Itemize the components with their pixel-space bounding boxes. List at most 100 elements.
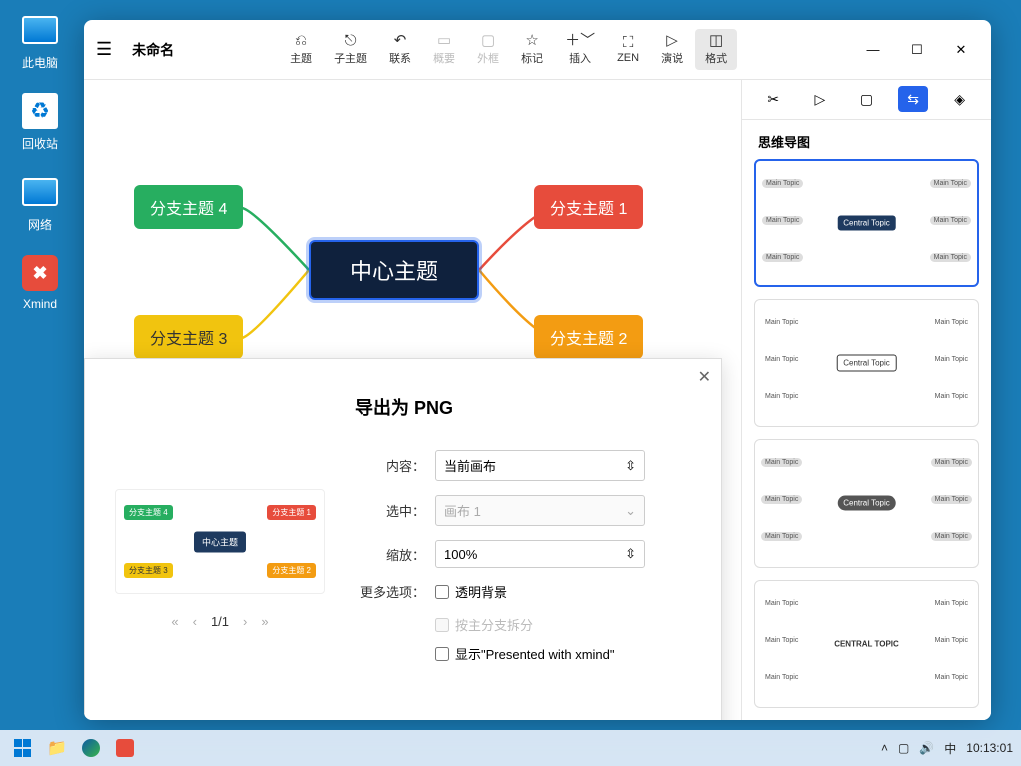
tool-icon: ⎋	[345, 33, 357, 48]
pager-last[interactable]: »	[261, 614, 268, 629]
toolbar: ⎌ 主题 ⎋子主题↶联系 ▭ 概要 ▢ 外框 ☆ 标记 ＋﹀ 插入 ⛶ ZEN ▷ 演说 ◫ 格式	[280, 29, 737, 70]
desktop-label: 回收站	[22, 135, 58, 152]
tool-label: 插入	[569, 50, 591, 66]
close-button[interactable]: ✕	[943, 34, 979, 66]
pager-next[interactable]: ›	[243, 614, 247, 629]
tool-icon: ☆	[525, 33, 538, 48]
start-button[interactable]	[8, 733, 38, 763]
tray-volume-icon[interactable]: 🔊	[919, 741, 934, 755]
tool-label: 标记	[521, 50, 543, 66]
template-card-4[interactable]: CENTRAL TOPICMain TopicMain TopicMain To…	[754, 580, 979, 708]
pager-current: 1/1	[211, 614, 229, 629]
toolbar-标记[interactable]: ☆ 标记	[511, 29, 553, 70]
tool-label: 概要	[433, 50, 455, 66]
tool-label: 格式	[705, 50, 727, 66]
tool-icon: ▷	[666, 33, 678, 48]
transparent-checkbox[interactable]: 透明背景	[435, 582, 507, 601]
clock[interactable]: 10:13:01	[966, 741, 1013, 755]
zoom-select[interactable]: 100%⇳	[435, 540, 645, 568]
canvas[interactable]: 中心主题 分支主题 1 分支主题 2 分支主题 3 分支主题 4 ✕ 中心主题 …	[84, 80, 741, 720]
right-tab-2[interactable]: ▢	[851, 86, 881, 112]
preview-node: 分支主题 2	[267, 563, 316, 578]
minimize-button[interactable]: —	[855, 34, 891, 66]
zoom-label: 缩放：	[355, 545, 425, 564]
tool-icon: ◫	[709, 33, 723, 48]
chevron-updown-icon: ⇳	[625, 458, 636, 474]
recycle-icon	[22, 93, 58, 129]
tool-label: ZEN	[617, 52, 639, 64]
right-tab-4[interactable]: ◈	[945, 86, 975, 112]
tool-icon: ▢	[481, 33, 495, 48]
mindmap-branch-4[interactable]: 分支主题 4	[134, 185, 243, 229]
app-window: ☰ 未命名 ⎌主题⎋子主题↶联系▭概要▢外框☆标记＋﹀插入⛶ZEN▷演说◫格式 …	[84, 20, 991, 720]
selected-select: 画布 1⌄	[435, 495, 645, 526]
maximize-button[interactable]: ☐	[899, 34, 935, 66]
right-panel: ✂ ▷ ▢ ⇆ ◈ 思维导图 Central TopicMain TopicMain T…	[741, 80, 991, 720]
right-tab-3[interactable]: ⇆	[898, 86, 928, 112]
tool-label: 外框	[477, 50, 499, 66]
preview-node: 分支主题 1	[267, 505, 316, 520]
template-card-3[interactable]: Central TopicMain TopicMain TopicMain To…	[754, 439, 979, 567]
tool-label: 联系	[389, 50, 411, 66]
desktop-label: 网络	[28, 216, 52, 233]
ime-indicator[interactable]: 中	[944, 740, 956, 757]
right-tab-0[interactable]: ✂	[758, 86, 788, 112]
pager-first[interactable]: «	[171, 614, 178, 629]
tool-icon: ⛶	[623, 35, 634, 50]
tray-network-icon[interactable]: ▢	[898, 741, 909, 755]
template-card-2[interactable]: Central TopicMain TopicMain TopicMain To…	[754, 299, 979, 427]
toolbar-格式[interactable]: ◫ 格式	[695, 29, 737, 70]
menu-icon[interactable]: ☰	[96, 39, 112, 60]
dialog-title: 导出为 PNG	[355, 394, 701, 420]
chevron-updown-icon: ⇳	[625, 546, 636, 562]
desktop-icon-recycle[interactable]: 回收站	[10, 91, 70, 152]
tool-icon: ▭	[437, 33, 451, 48]
content-select[interactable]: 当前画布⇳	[435, 450, 645, 481]
export-dialog: ✕ 中心主题 分支主题 1 分支主题 2 分支主题 3 分支主题 4 « ‹	[84, 358, 722, 720]
network-icon	[22, 178, 58, 206]
template-card-1[interactable]: Central TopicMain TopicMain TopicMain To…	[754, 159, 979, 287]
selected-label: 选中：	[355, 501, 425, 520]
mindmap-center-node[interactable]: 中心主题	[309, 240, 479, 300]
toolbar-ZEN[interactable]: ⛶ ZEN	[607, 29, 649, 70]
toolbar-概要: ▭ 概要	[423, 29, 465, 70]
document-title: 未命名	[132, 40, 174, 60]
toolbar-主题[interactable]: ⎌ 主题	[280, 29, 322, 70]
toolbar-插入[interactable]: ＋﹀ 插入	[555, 29, 605, 70]
tool-label: 主题	[290, 50, 312, 66]
tool-label: 演说	[661, 50, 683, 66]
right-panel-tabs: ✂ ▷ ▢ ⇆ ◈	[742, 80, 991, 120]
tool-icon: ⎌	[295, 33, 307, 48]
content-label: 内容：	[355, 456, 425, 475]
desktop-icon-xmind[interactable]: Xmind	[10, 253, 70, 311]
preview-node: 分支主题 3	[124, 563, 173, 578]
toolbar-演说[interactable]: ▷ 演说	[651, 29, 693, 70]
xmind-taskbar-icon[interactable]	[110, 733, 140, 763]
pager-prev[interactable]: ‹	[193, 614, 197, 629]
explorer-icon[interactable]	[42, 733, 72, 763]
toolbar-子主题[interactable]: ⎋子主题	[324, 29, 377, 70]
preview-center: 中心主题	[194, 531, 246, 552]
desktop-icon-this-pc[interactable]: 此电脑	[10, 10, 70, 71]
xmind-icon	[22, 255, 58, 291]
desktop-label: Xmind	[23, 297, 57, 311]
export-preview: 中心主题 分支主题 1 分支主题 2 分支主题 3 分支主题 4	[115, 489, 325, 594]
toolbar-外框: ▢ 外框	[467, 29, 509, 70]
taskbar: ˄ ▢ 🔊 中 10:13:01	[0, 730, 1021, 766]
desktop-label: 此电脑	[22, 54, 58, 71]
tool-icon: ＋﹀	[565, 33, 595, 48]
tray-chevron-icon[interactable]: ˄	[881, 741, 888, 755]
mindmap-branch-3[interactable]: 分支主题 3	[134, 315, 243, 359]
window-controls: — ☐ ✕	[855, 34, 979, 66]
mindmap-branch-2[interactable]: 分支主题 2	[534, 315, 643, 359]
panel-title: 思维导图	[742, 120, 991, 159]
chevron-down-icon: ⌄	[625, 503, 636, 519]
right-tab-1[interactable]: ▷	[805, 86, 835, 112]
edge-icon[interactable]	[76, 733, 106, 763]
watermark-checkbox[interactable]: 显示"Presented with xmind"	[435, 644, 615, 663]
desktop-icon-network[interactable]: 网络	[10, 172, 70, 233]
mindmap-branch-1[interactable]: 分支主题 1	[534, 185, 643, 229]
monitor-icon	[22, 16, 58, 44]
dialog-close-button[interactable]: ✕	[698, 367, 711, 387]
toolbar-联系[interactable]: ↶联系	[379, 29, 421, 70]
